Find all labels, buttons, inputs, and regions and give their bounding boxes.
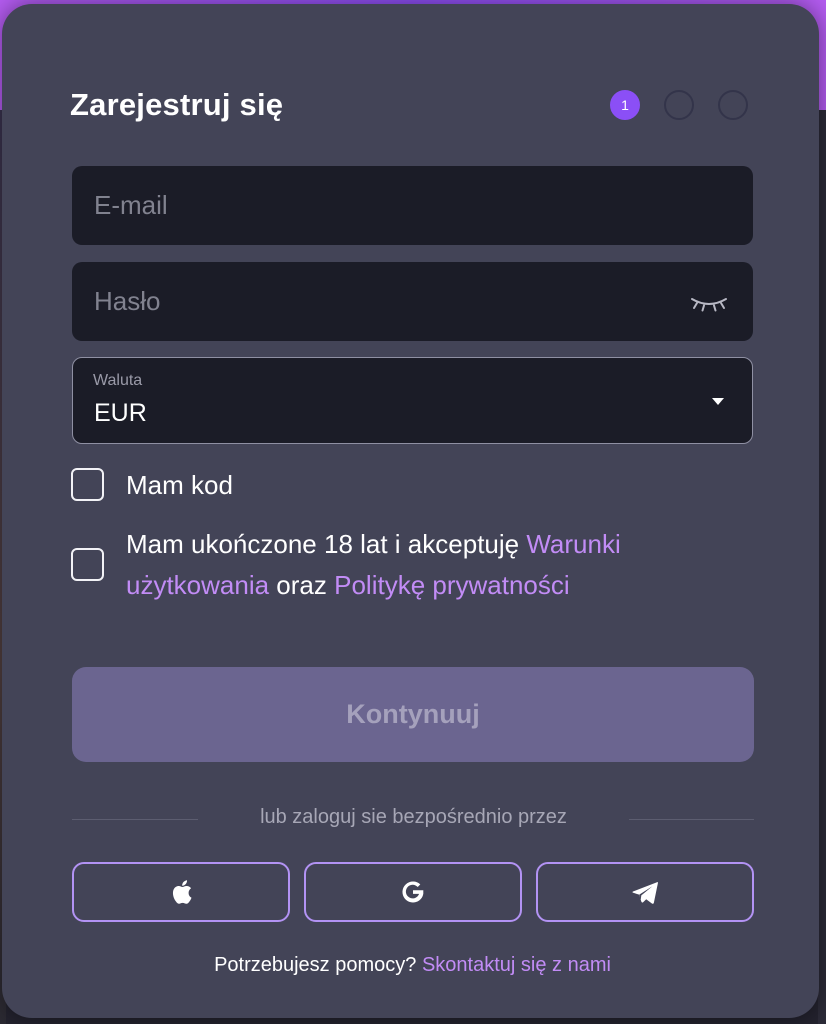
telegram-login-button[interactable]	[536, 862, 754, 922]
divider-left	[72, 819, 198, 820]
google-login-button[interactable]	[304, 862, 522, 922]
caret-down-icon	[712, 398, 724, 405]
terms-prefix: Mam ukończone 18 lat i akceptuję	[126, 529, 527, 559]
modal-title: Zarejestruj się	[70, 87, 284, 122]
telegram-icon	[632, 881, 658, 904]
help-line: Potrzebujesz pomocy? Skontaktuj się z na…	[2, 954, 823, 977]
password-input[interactable]	[72, 262, 753, 341]
contact-link[interactable]: Skontaktuj się z nami	[422, 954, 611, 976]
apple-login-button[interactable]	[72, 862, 290, 922]
terms-middle: oraz	[269, 570, 335, 600]
apple-icon	[172, 880, 192, 904]
divider-right	[629, 819, 754, 820]
promo-code-checkbox[interactable]	[71, 468, 104, 501]
eye-closed-icon[interactable]	[689, 294, 729, 312]
currency-select[interactable]: Waluta EUR	[72, 357, 753, 444]
currency-value: EUR	[94, 399, 147, 427]
terms-label: Mam ukończone 18 lat i akceptuję Warunki…	[126, 524, 726, 606]
signup-modal: Zarejestruj się 1 Waluta EUR Mam kod Mam…	[2, 4, 819, 1018]
google-icon	[402, 881, 424, 903]
currency-label: Waluta	[93, 372, 143, 389]
step-1: 1	[610, 90, 640, 120]
step-3	[718, 90, 748, 120]
terms-checkbox[interactable]	[71, 548, 104, 581]
email-input[interactable]	[72, 166, 753, 245]
divider-text: lub zaloguj sie bezpośrednio przez	[260, 806, 567, 828]
step-2	[664, 90, 694, 120]
background-right	[818, 110, 826, 1024]
email-field-container	[72, 166, 753, 245]
help-question: Potrzebujesz pomocy?	[214, 954, 417, 976]
password-field-container	[72, 262, 753, 341]
promo-code-label[interactable]: Mam kod	[126, 465, 233, 506]
privacy-link[interactable]: Politykę prywatności	[334, 570, 570, 600]
continue-button[interactable]: Kontynuuj	[72, 667, 754, 762]
step-indicator: 1	[610, 90, 748, 120]
